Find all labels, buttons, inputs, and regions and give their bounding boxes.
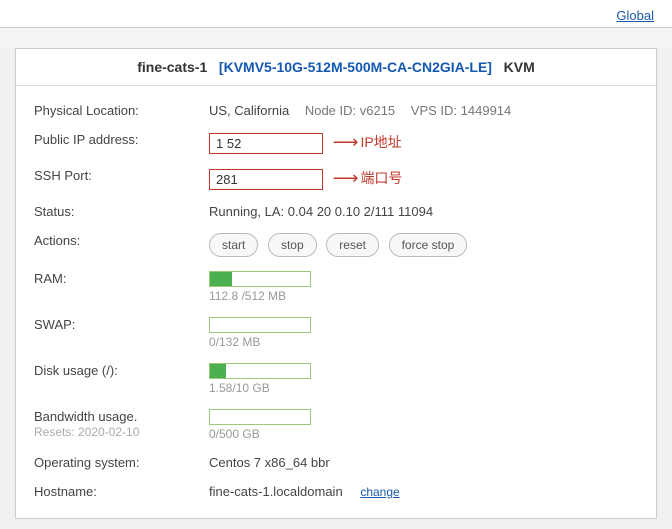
disk-bar-fill — [210, 364, 226, 378]
label-os: Operating system: — [34, 455, 209, 470]
location-node: Node ID: v6215 — [305, 103, 395, 118]
ram-bar — [209, 271, 311, 287]
status-text: Running, LA: 0.04 20 0.10 2/111 11094 — [209, 204, 433, 219]
label-bw: Bandwidth usage. Resets: 2020-02-10 — [34, 409, 209, 439]
row-bw: Bandwidth usage. Resets: 2020-02-10 0/50… — [16, 402, 656, 448]
location-vps: VPS ID: 1449914 — [411, 103, 511, 118]
row-disk: Disk usage (/): 1.58/10 GB — [16, 356, 656, 402]
change-hostname-link[interactable]: change — [360, 485, 399, 499]
server-panel: fine-cats-1 [KVMV5-10G-512M-500M-CA-CN2G… — [15, 48, 657, 519]
label-ram: RAM: — [34, 271, 209, 286]
row-ip: Public IP address: 1 52 ⟶ IP地址 — [16, 125, 656, 161]
row-hostname: Hostname: fine-cats-1.localdomain change — [16, 477, 656, 506]
ssh-annotation-text: 端口号 — [360, 168, 402, 188]
hostname-text: fine-cats-1.localdomain — [209, 484, 343, 499]
label-status: Status: — [34, 204, 209, 219]
disk-bar — [209, 363, 311, 379]
row-ssh: SSH Port: 281 ⟶ 端口号 — [16, 161, 656, 197]
label-ip: Public IP address: — [34, 132, 209, 147]
ssh-port-box: 281 — [209, 169, 323, 190]
swap-text: 0/132 MB — [209, 335, 638, 349]
start-button[interactable]: start — [209, 233, 258, 257]
reset-button[interactable]: reset — [326, 233, 379, 257]
label-hostname: Hostname: — [34, 484, 209, 499]
row-location: Physical Location: US, California Node I… — [16, 96, 656, 125]
force-stop-button[interactable]: force stop — [389, 233, 468, 257]
value-ip: 1 52 ⟶ IP地址 — [209, 132, 638, 154]
bw-label-text: Bandwidth usage. — [34, 409, 137, 424]
ip-annotation: ⟶ IP地址 — [333, 132, 402, 152]
os-text: Centos 7 x86_64 bbr — [209, 455, 330, 470]
row-swap: SWAP: 0/132 MB — [16, 310, 656, 356]
disk-text: 1.58/10 GB — [209, 381, 638, 395]
label-swap: SWAP: — [34, 317, 209, 332]
top-link-bar: Global — [0, 0, 672, 28]
server-name: fine-cats-1 — [137, 59, 207, 75]
label-location: Physical Location: — [34, 103, 209, 118]
row-os: Operating system: Centos 7 x86_64 bbr — [16, 448, 656, 477]
value-location: US, California Node ID: v6215 VPS ID: 14… — [209, 103, 638, 118]
location-place: US, California — [209, 103, 289, 118]
gap — [0, 28, 672, 48]
row-actions: Actions: start stop reset force stop — [16, 226, 656, 264]
panel-header: fine-cats-1 [KVMV5-10G-512M-500M-CA-CN2G… — [16, 49, 656, 86]
value-swap: 0/132 MB — [209, 317, 638, 349]
global-link[interactable]: Global — [616, 8, 654, 23]
swap-bar — [209, 317, 311, 333]
row-ram: RAM: 112.8 /512 MB — [16, 264, 656, 310]
bw-text: 0/500 GB — [209, 427, 638, 441]
ssh-annotation: ⟶ 端口号 — [333, 168, 403, 188]
value-status: Running, LA: 0.04 20 0.10 2/111 11094 — [209, 204, 638, 219]
value-os: Centos 7 x86_64 bbr — [209, 455, 638, 470]
value-actions: start stop reset force stop — [209, 233, 638, 257]
ip-address-box: 1 52 — [209, 133, 323, 154]
value-ram: 112.8 /512 MB — [209, 271, 638, 303]
ram-text: 112.8 /512 MB — [209, 289, 638, 303]
rows: Physical Location: US, California Node I… — [16, 86, 656, 506]
stop-button[interactable]: stop — [268, 233, 317, 257]
ip-annotation-text: IP地址 — [360, 132, 401, 152]
label-actions: Actions: — [34, 233, 209, 248]
bw-reset-text: Resets: 2020-02-10 — [34, 425, 139, 439]
value-bw: 0/500 GB — [209, 409, 638, 441]
label-ssh: SSH Port: — [34, 168, 209, 183]
value-ssh: 281 ⟶ 端口号 — [209, 168, 638, 190]
label-disk: Disk usage (/): — [34, 363, 209, 378]
bw-bar — [209, 409, 311, 425]
server-plan: [KVMV5-10G-512M-500M-CA-CN2GIA-LE] — [219, 59, 492, 75]
ram-bar-fill — [210, 272, 232, 286]
value-disk: 1.58/10 GB — [209, 363, 638, 395]
server-type: KVM — [504, 59, 535, 75]
value-hostname: fine-cats-1.localdomain change — [209, 484, 638, 499]
row-status: Status: Running, LA: 0.04 20 0.10 2/111 … — [16, 197, 656, 226]
